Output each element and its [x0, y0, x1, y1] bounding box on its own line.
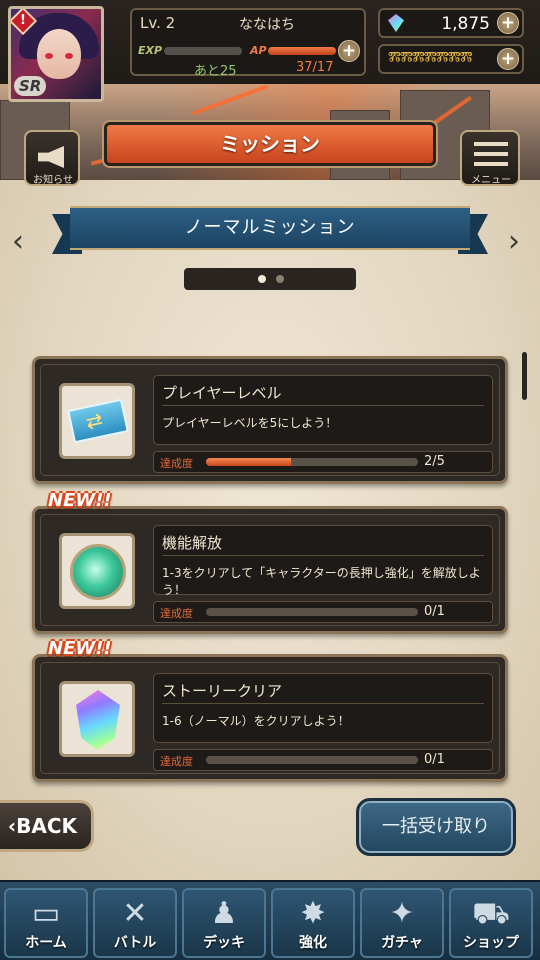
mission-progress: 達成度 2/5 [153, 451, 493, 473]
nav-label: ホーム [25, 935, 67, 951]
collect-all-button[interactable]: 一括受け取り [356, 798, 516, 856]
mission-description: 1-6（ノーマル）をクリアしよう！ [162, 714, 350, 728]
avatar-eye [65, 53, 73, 59]
enhance-icon: ✸ [300, 896, 326, 931]
gem-icon [388, 14, 404, 32]
mission-title: ストーリークリア [162, 682, 283, 700]
nav-deck[interactable]: ♟ デッキ [182, 888, 266, 958]
notice-label: お知らせ [33, 175, 73, 186]
progress-label: 達成度 [160, 607, 193, 620]
prev-category-arrow[interactable]: ‹ [12, 227, 28, 257]
rank-badge: SR [14, 76, 47, 96]
menu-icon [474, 152, 508, 156]
bottom-navigation: ▭ ホーム ✕ バトル ♟ デッキ ✸ 強化 ✦ ガチャ ⛟ ショップ [0, 880, 540, 960]
progress-bar [206, 458, 418, 466]
buy-keys-button[interactable]: + [497, 48, 519, 70]
menu-icon [474, 162, 508, 166]
divider [162, 405, 484, 406]
mission-info: 機能解放 1-3をクリアして「キャラクターの長押し強化」を解放しよう！ [153, 525, 493, 597]
key-panel: ⰿⰿⰿⰿⰿⰿⰿ + [378, 44, 524, 74]
mission-info: ストーリークリア 1-6（ノーマル）をクリアしよう！ [153, 673, 493, 743]
new-badge: NEW!! [48, 638, 112, 659]
gacha-icon: ✦ [389, 896, 415, 931]
progress-value: 0/1 [424, 752, 445, 767]
orb-icon [70, 544, 126, 600]
shop-icon: ⛟ [472, 896, 510, 931]
scrollbar[interactable] [522, 352, 527, 400]
exp-bar [164, 47, 242, 55]
page-dot-active[interactable] [258, 275, 266, 283]
key-icons: ⰿⰿⰿⰿⰿⰿⰿ [388, 48, 473, 69]
exp-remaining: あと25 [194, 64, 237, 79]
player-info-panel: Lv. 2 ななはち EXP AP あと25 37/17 + [130, 8, 366, 79]
gem-count: 1,875 [441, 14, 490, 34]
avatar-eye [45, 53, 53, 59]
nav-label: バトル [113, 935, 157, 951]
progress-bar [206, 756, 418, 764]
crystal-icon [76, 690, 120, 750]
mission-icon-frame [59, 383, 135, 459]
mission-progress: 達成度 0/1 [153, 601, 493, 623]
mission-description: プレイヤーレベルを5にしよう！ [162, 416, 338, 430]
divider [162, 555, 484, 556]
progress-value: 0/1 [424, 604, 445, 619]
new-badge: NEW!! [48, 490, 112, 511]
nav-home[interactable]: ▭ ホーム [4, 888, 88, 958]
nav-shop[interactable]: ⛟ ショップ [449, 888, 533, 958]
menu-icon [474, 142, 508, 146]
ap-label: AP [250, 44, 267, 57]
nav-label: デッキ [203, 935, 245, 951]
notice-button[interactable]: お知らせ [24, 130, 80, 186]
category-title: ノーマルミッション [70, 206, 470, 250]
nav-enhance[interactable]: ✸ 強化 [271, 888, 355, 958]
back-button[interactable]: ‹BACK [0, 800, 94, 852]
progress-value: 2/5 [424, 454, 445, 469]
ap-bar [268, 47, 336, 55]
avatar-face [37, 29, 81, 79]
page-dot[interactable] [276, 275, 284, 283]
menu-button[interactable]: メニュー [460, 130, 520, 186]
mission-title: 機能解放 [162, 534, 223, 552]
ap-bar-fill [268, 47, 336, 55]
mission-card[interactable]: プレイヤーレベル プレイヤーレベルを5にしよう！ 達成度 2/5 [32, 356, 508, 484]
buy-gems-button[interactable]: + [497, 12, 519, 34]
deck-icon: ♟ [210, 896, 238, 931]
back-label: BACK [16, 814, 77, 838]
gem-panel: 1,875 + [378, 8, 524, 38]
mission-info: プレイヤーレベル プレイヤーレベルを5にしよう！ [153, 375, 493, 445]
player-name: ななはち [239, 17, 295, 33]
mission-icon-frame [59, 681, 135, 757]
banner-streak [191, 84, 269, 116]
divider [162, 703, 484, 704]
nav-label: ガチャ [381, 935, 423, 951]
ticket-icon [67, 398, 129, 444]
progress-label: 達成度 [160, 457, 193, 470]
home-icon: ▭ [31, 896, 61, 931]
next-category-arrow[interactable]: › [508, 227, 524, 257]
exp-label: EXP [138, 44, 163, 57]
mission-card[interactable]: 機能解放 1-3をクリアして「キャラクターの長押し強化」を解放しよう！ 達成度 … [32, 506, 508, 634]
ap-value: 37/17 [296, 60, 334, 75]
player-avatar[interactable]: ! SR [8, 6, 104, 102]
progress-bar-fill [206, 458, 291, 466]
mission-icon-frame [59, 533, 135, 609]
back-arrow-icon: ‹ [7, 814, 17, 838]
progress-bar [206, 608, 418, 616]
nav-battle[interactable]: ✕ バトル [93, 888, 177, 958]
page-indicator [184, 268, 356, 290]
ap-recover-button[interactable]: + [338, 40, 360, 62]
nav-label: 強化 [299, 935, 327, 951]
nav-gacha[interactable]: ✦ ガチャ [360, 888, 444, 958]
mission-progress: 達成度 0/1 [153, 749, 493, 771]
mission-title: プレイヤーレベル [162, 384, 282, 402]
menu-label: メニュー [471, 175, 511, 186]
page-title: ミッション [104, 122, 436, 166]
battle-icon: ✕ [122, 896, 148, 931]
megaphone-icon [38, 146, 64, 168]
progress-label: 達成度 [160, 755, 193, 768]
player-level: Lv. 2 [140, 14, 176, 32]
mission-description: 1-3をクリアして「キャラクターの長押し強化」を解放しよう！ [162, 566, 481, 597]
mission-card[interactable]: ストーリークリア 1-6（ノーマル）をクリアしよう！ 達成度 0/1 [32, 654, 508, 782]
nav-label: ショップ [463, 935, 519, 951]
